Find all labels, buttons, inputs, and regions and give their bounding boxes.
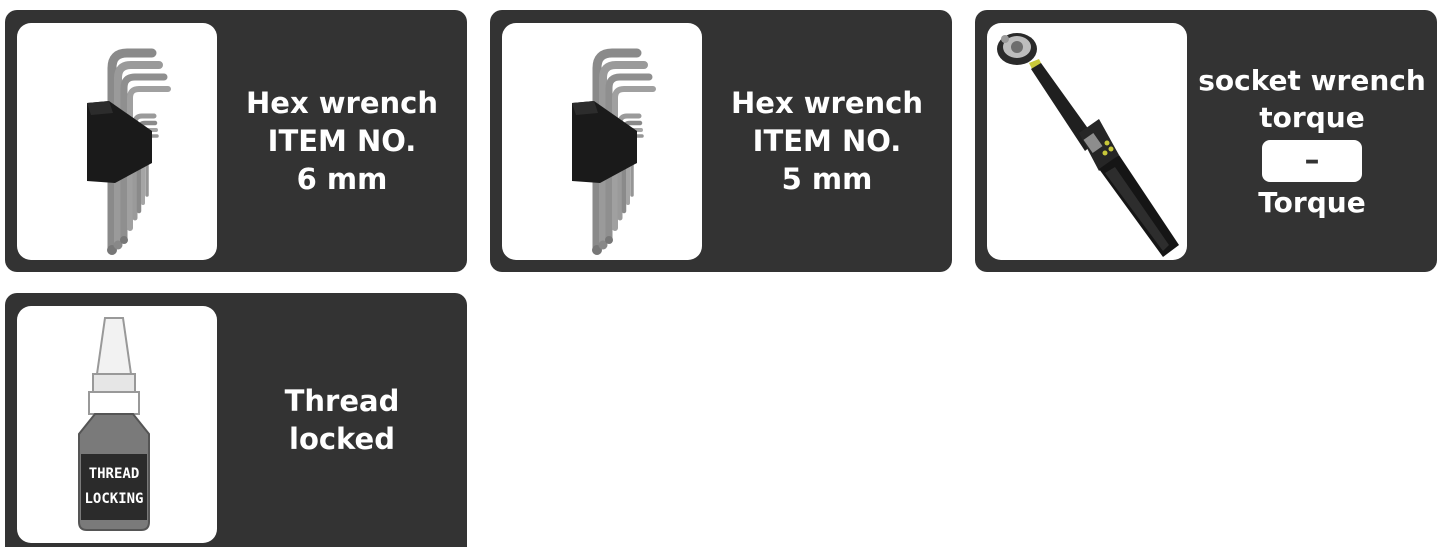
hex-key-set-icon (87, 48, 171, 255)
tool-size: 5 mm (781, 162, 873, 196)
torque-value-box: – (1262, 139, 1362, 182)
torque-wrench-icon (997, 33, 1179, 257)
tool-label: Hex wrench ITEM NO. 6 mm (223, 10, 461, 272)
item-no-label: ITEM NO. (752, 124, 902, 158)
tool-size: 6 mm (296, 162, 388, 196)
hex-key-set-icon (572, 48, 656, 255)
tool-card-socket-wrench-torque: socket wrench torque – Torque (975, 10, 1437, 272)
tool-card-hex-wrench-5mm: Hex wrench ITEM NO. 5 mm (490, 10, 952, 272)
tool-label: socket wrench torque – Torque (1193, 10, 1431, 272)
tool-label: Hex wrench ITEM NO. 5 mm (708, 10, 946, 272)
tool-name: socket wrench (1198, 63, 1426, 97)
tool-card-hex-wrench-6mm: Hex wrench ITEM NO. 6 mm (5, 10, 467, 272)
tool-name: Hex wrench (731, 86, 923, 120)
thread-lock-bottle-icon: THREAD LOCKING (78, 317, 150, 531)
tool-name: Thread (284, 384, 400, 418)
torque-unit-label: Torque (1258, 185, 1366, 219)
bottle-label-line-2: LOCKING (84, 491, 143, 507)
tool-image (17, 23, 217, 260)
bottle-label-line-1: THREAD (89, 466, 140, 482)
tool-image (987, 23, 1187, 260)
tool-name: Hex wrench (246, 86, 438, 120)
tool-image: THREAD LOCKING (17, 306, 217, 543)
tool-label: Thread locked (223, 293, 461, 547)
tool-status: locked (289, 422, 395, 456)
tool-card-thread-locked: THREAD LOCKING Thread locked (5, 293, 467, 547)
torque-label: torque (1259, 100, 1365, 134)
tool-image (502, 23, 702, 260)
item-no-label: ITEM NO. (267, 124, 417, 158)
